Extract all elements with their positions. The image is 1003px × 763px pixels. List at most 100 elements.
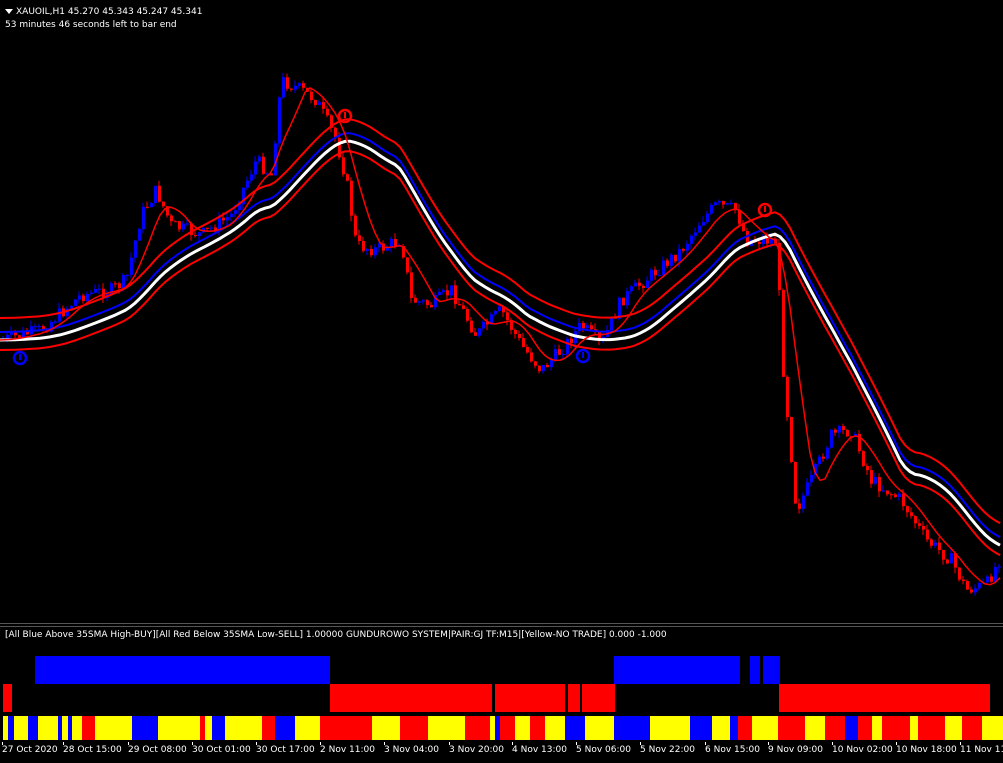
candle-body bbox=[626, 291, 629, 306]
candle-body bbox=[74, 299, 77, 306]
candle-body bbox=[678, 249, 681, 262]
candle-body bbox=[758, 241, 761, 245]
candle-body bbox=[590, 325, 593, 330]
candle-body bbox=[958, 567, 961, 580]
time-axis-tick bbox=[512, 742, 513, 745]
candle-body bbox=[130, 257, 133, 275]
collapse-triangle-icon[interactable] bbox=[5, 9, 13, 14]
time-axis-tick bbox=[576, 742, 577, 745]
ma-upper-band bbox=[0, 118, 1001, 525]
candle-body bbox=[674, 254, 677, 262]
symbol-info: XAUOIL,H1 45.270 45.343 45.247 45.341 bbox=[5, 7, 202, 18]
candle-body bbox=[430, 304, 433, 308]
candle-body bbox=[702, 222, 705, 226]
time-axis-label: 10 Nov 02:00 bbox=[832, 745, 893, 755]
trend-state-bar bbox=[58, 716, 62, 740]
price-chart-svg bbox=[0, 72, 1001, 596]
candle-body bbox=[634, 282, 637, 287]
time-axis-label: 3 Nov 20:00 bbox=[449, 745, 504, 755]
candle-body bbox=[974, 588, 977, 593]
candle-body bbox=[298, 83, 301, 86]
candle-body bbox=[902, 493, 905, 507]
candle-body bbox=[910, 512, 913, 517]
candle-body bbox=[794, 462, 797, 504]
time-axis-label: 6 Nov 15:00 bbox=[705, 745, 760, 755]
trend-state-bar bbox=[14, 716, 28, 740]
candle-body bbox=[650, 269, 653, 281]
candle-body bbox=[246, 180, 249, 188]
candle-body bbox=[318, 102, 321, 105]
candle-body bbox=[498, 306, 501, 312]
candle-body bbox=[534, 361, 537, 366]
ma-center-line bbox=[0, 139, 1001, 547]
trend-state-bar bbox=[465, 716, 490, 740]
sell-signal-bar bbox=[495, 684, 565, 712]
price-chart[interactable] bbox=[0, 0, 1003, 622]
candle-body bbox=[962, 579, 965, 582]
candle-body bbox=[894, 494, 897, 497]
candle-body bbox=[374, 247, 377, 256]
candle-body bbox=[258, 156, 261, 162]
candle-body bbox=[818, 456, 821, 465]
candle-body bbox=[438, 292, 441, 296]
candle-body bbox=[970, 589, 973, 593]
candle-body bbox=[942, 549, 945, 560]
indicator-svg bbox=[3, 656, 1003, 740]
candle-body bbox=[642, 285, 645, 288]
candle-body bbox=[646, 280, 649, 288]
candle-body bbox=[138, 229, 141, 241]
pane-separator[interactable] bbox=[0, 623, 1003, 624]
candle-body bbox=[174, 221, 177, 223]
trend-state-bar bbox=[945, 716, 962, 740]
trend-state-bar bbox=[730, 716, 738, 740]
trend-state-bar bbox=[490, 716, 495, 740]
candle-body bbox=[890, 494, 893, 496]
time-axis-label: 9 Nov 09:00 bbox=[768, 745, 823, 755]
candle-body bbox=[558, 349, 561, 355]
candle-body bbox=[950, 553, 953, 564]
candle-body bbox=[946, 559, 949, 564]
trend-state-bar bbox=[845, 716, 858, 740]
candle-body bbox=[98, 288, 101, 290]
candle-body bbox=[802, 495, 805, 509]
candle-body bbox=[694, 232, 697, 236]
candle-body bbox=[282, 77, 285, 98]
candle-body bbox=[710, 205, 713, 214]
trend-state-bar bbox=[882, 716, 910, 740]
candle-body bbox=[638, 282, 641, 286]
time-axis-tick bbox=[192, 742, 193, 745]
candle-body bbox=[470, 320, 473, 333]
trend-state-bar bbox=[82, 716, 95, 740]
trend-state-bar bbox=[690, 716, 712, 740]
candle-body bbox=[698, 225, 701, 233]
time-axis-tick bbox=[705, 742, 706, 745]
time-axis-label: 29 Oct 08:00 bbox=[128, 745, 187, 755]
candle-body bbox=[530, 352, 533, 362]
candle-body bbox=[346, 174, 349, 181]
candle-body bbox=[322, 102, 325, 109]
candle-body bbox=[250, 174, 253, 181]
symbol-quote-text: XAUOIL,H1 45.270 45.343 45.247 45.341 bbox=[16, 7, 203, 17]
candle-body bbox=[898, 493, 901, 497]
candle-body bbox=[522, 338, 525, 347]
candle-body bbox=[406, 257, 409, 273]
trend-state-bar bbox=[752, 716, 778, 740]
candle-body bbox=[366, 248, 369, 251]
candle-body bbox=[466, 308, 469, 321]
candle-body bbox=[666, 260, 669, 266]
time-axis-tick bbox=[832, 742, 833, 745]
candle-body bbox=[842, 426, 845, 430]
candle-body bbox=[938, 542, 941, 550]
candle-body bbox=[990, 576, 993, 582]
candle-body bbox=[922, 525, 925, 530]
candle-body bbox=[226, 217, 229, 221]
indicator-pane[interactable] bbox=[0, 640, 1003, 742]
trend-state-bar bbox=[275, 716, 295, 740]
candle-body bbox=[122, 275, 125, 288]
candle-body bbox=[350, 180, 353, 216]
trend-state-bar bbox=[858, 716, 872, 740]
candle-body bbox=[562, 354, 565, 356]
candle-body bbox=[58, 308, 61, 322]
trend-state-bar bbox=[982, 716, 1003, 740]
time-axis-tick bbox=[63, 742, 64, 745]
